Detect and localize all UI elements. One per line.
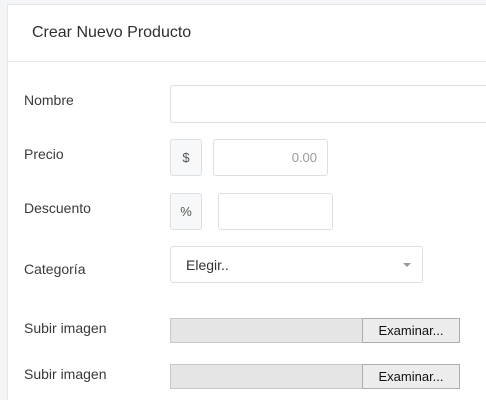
categoria-select[interactable]: Elegir.. — [170, 246, 423, 283]
nombre-input[interactable] — [170, 85, 486, 123]
page-title: Crear Nuevo Producto — [32, 24, 192, 41]
currency-addon: $ — [170, 139, 202, 176]
categoria-selected-value: Elegir.. — [186, 257, 229, 273]
descuento-label: Descuento — [24, 200, 91, 216]
browse-button-2[interactable]: Examinar... — [362, 364, 460, 389]
chevron-down-icon — [403, 263, 411, 267]
file-input-track-2[interactable] — [170, 364, 363, 389]
percent-addon: % — [170, 193, 202, 230]
upload-label-2: Subir imagen — [24, 366, 107, 382]
nombre-label: Nombre — [24, 92, 74, 108]
file-input-track-1[interactable] — [170, 318, 363, 343]
precio-input[interactable] — [213, 139, 328, 176]
descuento-input[interactable] — [218, 193, 333, 230]
browse-button-1[interactable]: Examinar... — [362, 318, 460, 343]
panel-header: Crear Nuevo Producto — [8, 5, 486, 62]
precio-label: Precio — [24, 146, 64, 162]
categoria-label: Categoría — [24, 261, 86, 277]
upload-label-1: Subir imagen — [24, 320, 107, 336]
